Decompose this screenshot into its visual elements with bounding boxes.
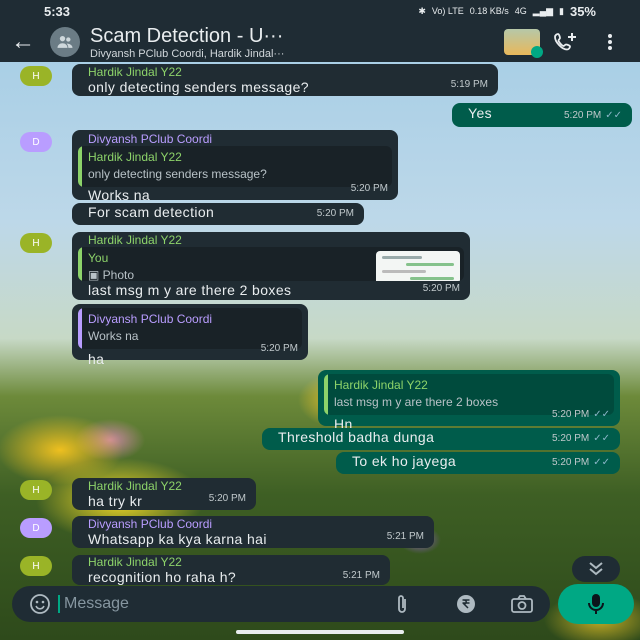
message-text: recognition ho raha h? bbox=[88, 569, 237, 585]
scroll-to-bottom-button[interactable] bbox=[572, 556, 620, 582]
message-time: 5:20 PM bbox=[422, 283, 460, 294]
message-bubble[interactable]: Divyansh PClub Coordi Works na ha 5:20 P… bbox=[72, 304, 308, 367]
message-composer bbox=[12, 586, 550, 622]
message-time: 5:20 PM bbox=[260, 343, 298, 354]
double-chevron-down-icon bbox=[589, 562, 603, 576]
battery-level: 35% bbox=[569, 3, 596, 19]
more-vert-icon[interactable] bbox=[588, 33, 632, 51]
message-text: For scam detection bbox=[88, 204, 215, 220]
voice-record-button[interactable] bbox=[558, 584, 634, 624]
data-speed: 0.18 KB/s bbox=[469, 6, 509, 16]
message-time: 5:19 PM bbox=[450, 79, 488, 90]
message-text: only detecting senders message? bbox=[88, 79, 309, 95]
back-arrow-icon[interactable]: ← bbox=[8, 28, 38, 56]
avatar[interactable]: H bbox=[20, 556, 52, 576]
read-ticks-icon: ✓✓ bbox=[593, 457, 610, 468]
message-bubble[interactable]: Threshold badha dunga 5:20 PM ✓✓ bbox=[262, 428, 620, 450]
photo-thumbnail bbox=[376, 251, 460, 281]
message-bubble[interactable]: Hardik Jindal Y22 ha try kr 5:20 PM bbox=[72, 478, 256, 510]
avatar[interactable]: H bbox=[20, 66, 52, 86]
message-bubble[interactable]: Hardik Jindal Y22 only detecting senders… bbox=[72, 64, 498, 96]
group-call-avatar[interactable] bbox=[500, 29, 544, 58]
quoted-message[interactable]: Hardik Jindal Y22 only detecting senders… bbox=[78, 146, 392, 187]
message-text: Works na bbox=[88, 187, 151, 203]
quote-sender: Divyansh PClub Coordi bbox=[88, 312, 213, 326]
read-ticks-icon: ✓✓ bbox=[605, 110, 622, 121]
sender-name: Hardik Jindal Y22 bbox=[88, 555, 182, 569]
read-ticks-icon: ✓✓ bbox=[593, 409, 610, 420]
message-input[interactable] bbox=[58, 595, 384, 613]
message-bubble[interactable]: Hardik Jindal Y22 You ▣ Photo last msg m… bbox=[72, 232, 470, 300]
avatar[interactable]: H bbox=[20, 480, 52, 500]
message-time: 5:20 PM ✓✓ bbox=[551, 457, 610, 468]
group-icon bbox=[57, 36, 73, 48]
status-bar: 5:33 ✱ Vo) LTE 0.18 KB/s 4G ▂▄▆ ▮ 35% bbox=[0, 0, 640, 22]
message-time: 5:20 PM bbox=[208, 493, 246, 504]
message-time: 5:21 PM bbox=[342, 570, 380, 581]
group-avatar[interactable] bbox=[50, 27, 80, 57]
gesture-nav-bar[interactable] bbox=[236, 630, 404, 634]
message-bubble[interactable]: Yes 5:20 PM ✓✓ bbox=[452, 103, 632, 127]
status-icons: ✱ Vo) LTE 0.18 KB/s 4G ▂▄▆ ▮ 35% bbox=[418, 4, 596, 19]
avatar[interactable]: H bbox=[20, 233, 52, 253]
emoji-icon[interactable] bbox=[22, 593, 58, 615]
message-bubble[interactable]: Divyansh PClub Coordi Whatsapp ka kya ka… bbox=[72, 516, 434, 548]
message-time: 5:20 PM bbox=[350, 183, 388, 194]
quote-sender: Hardik Jindal Y22 bbox=[334, 378, 428, 392]
avatar[interactable]: D bbox=[20, 132, 52, 152]
chat-title: Scam Detection - U··· bbox=[90, 24, 284, 47]
message-time: 5:20 PM ✓✓ bbox=[551, 433, 610, 444]
sender-name: Divyansh PClub Coordi bbox=[88, 517, 213, 531]
quoted-message[interactable]: You ▣ Photo bbox=[78, 247, 464, 281]
network-type: 4G bbox=[514, 6, 527, 16]
message-time: 5:21 PM bbox=[386, 531, 424, 542]
quote-sender: Hardik Jindal Y22 bbox=[88, 150, 182, 164]
message-time: 5:20 PM ✓✓ bbox=[551, 409, 610, 420]
quote-text: only detecting senders message? bbox=[88, 167, 267, 181]
mic-icon bbox=[588, 594, 604, 614]
message-bubble[interactable]: For scam detection 5:20 PM bbox=[72, 203, 364, 225]
signal-icon: ▂▄▆ bbox=[532, 5, 554, 16]
battery-icon: ▮ bbox=[559, 5, 564, 16]
camera-icon[interactable] bbox=[504, 594, 540, 614]
sender-name: Hardik Jindal Y22 bbox=[88, 233, 182, 247]
message-bubble[interactable]: Hardik Jindal Y22 recognition ho raha h?… bbox=[72, 555, 390, 585]
message-bubble[interactable]: Divyansh PClub Coordi Hardik Jindal Y22 … bbox=[72, 130, 398, 203]
message-text: Whatsapp ka kya karna hai bbox=[88, 531, 267, 547]
sender-name: Divyansh PClub Coordi bbox=[88, 132, 213, 146]
add-call-icon[interactable] bbox=[544, 31, 588, 53]
message-bubble[interactable]: To ek ho jayega 5:20 PM ✓✓ bbox=[336, 452, 620, 474]
rupee-icon[interactable] bbox=[448, 593, 484, 615]
chat-title-area[interactable]: Scam Detection - U··· Divyansh PClub Coo… bbox=[90, 25, 500, 60]
status-time: 5:33 bbox=[44, 3, 71, 19]
read-ticks-icon: ✓✓ bbox=[593, 433, 610, 444]
message-bubble[interactable]: Hardik Jindal Y22 last msg m y are there… bbox=[318, 370, 620, 432]
avatar[interactable]: D bbox=[20, 518, 52, 538]
volte-icon: Vo) LTE bbox=[431, 6, 464, 16]
photo-icon: ▣ bbox=[88, 268, 103, 281]
bluetooth-icon: ✱ bbox=[418, 5, 426, 16]
message-time: 5:20 PM ✓✓ bbox=[563, 110, 622, 121]
message-time: 5:20 PM bbox=[316, 208, 354, 219]
sender-name: Hardik Jindal Y22 bbox=[88, 65, 182, 79]
chat-participants: Divyansh PClub Coordi, Hardik Jindal··· bbox=[90, 47, 285, 60]
attach-icon[interactable] bbox=[384, 593, 420, 615]
message-text: last msg m y are there 2 boxes bbox=[88, 282, 292, 298]
chat-header: ← Scam Detection - U··· Divyansh PClub C… bbox=[0, 22, 640, 62]
